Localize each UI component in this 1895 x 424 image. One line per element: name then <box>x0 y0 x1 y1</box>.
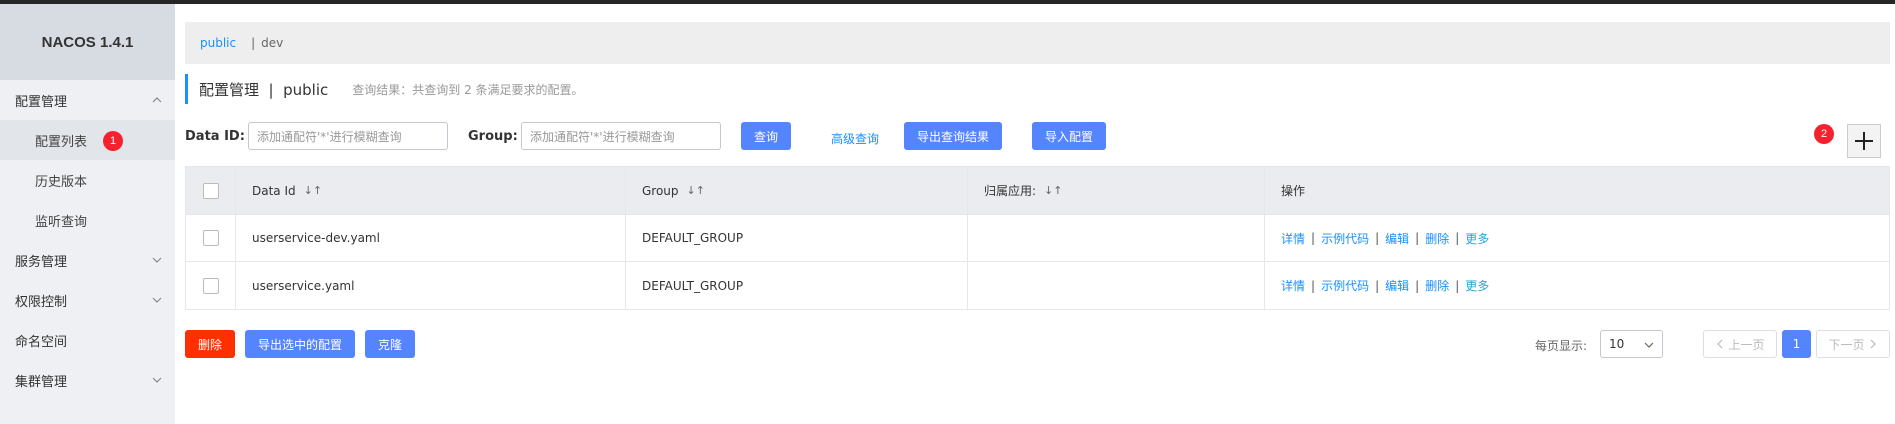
sidebar-item-label: 服务管理 <box>15 254 68 270</box>
sidebar-item-label: 配置列表 <box>35 134 88 150</box>
sidebar: NACOS 1.4.1 配置管理 配置列表 1 历史版本 监听查询 服务管理 权… <box>0 4 175 424</box>
namespace-bar: public | dev <box>185 22 1890 64</box>
page-title: 配置管理 | public <box>199 80 329 99</box>
query-button[interactable]: 查询 <box>741 122 791 150</box>
sidebar-item-access-control[interactable]: 权限控制 <box>0 280 175 320</box>
sidebar-item-label: 集群管理 <box>15 374 68 390</box>
annotation-badge-1: 1 <box>103 131 123 151</box>
namespace-separator: | <box>251 36 256 50</box>
sidebar-item-cluster-management[interactable]: 集群管理 <box>0 360 175 400</box>
sidebar-item-label: 监听查询 <box>35 214 88 230</box>
annotation-badge-2: 2 <box>1814 124 1834 144</box>
group-input[interactable]: 添加通配符'*'进行模糊查询 <box>521 122 721 150</box>
group-label: Group: <box>468 129 518 144</box>
main-content: public | dev 配置管理 | public 查询结果：共查询到 2 条… <box>185 4 1895 424</box>
chevron-down-icon <box>152 377 162 383</box>
sidebar-item-service-management[interactable]: 服务管理 <box>0 240 175 280</box>
sidebar-item-label: 历史版本 <box>35 174 88 190</box>
sidebar-item-namespace[interactable]: 命名空间 <box>0 320 175 360</box>
sidebar-item-history[interactable]: 历史版本 <box>0 160 175 200</box>
data-id-input[interactable]: 添加通配符'*'进行模糊查询 <box>248 122 448 150</box>
advanced-query-link[interactable]: 高级查询 <box>831 130 879 147</box>
sidebar-item-config-list[interactable]: 配置列表 1 <box>0 120 175 160</box>
chevron-up-icon <box>152 97 162 103</box>
page-header: 配置管理 | public 查询结果：共查询到 2 条满足要求的配置。 <box>185 74 584 104</box>
namespace-public[interactable]: public <box>200 36 236 50</box>
export-results-button[interactable]: 导出查询结果 <box>904 122 1002 150</box>
search-bar: Data ID: 添加通配符'*'进行模糊查询 Group: 添加通配符'*'进… <box>185 122 1890 152</box>
sidebar-item-label: 命名空间 <box>15 334 68 350</box>
app-root: NACOS 1.4.1 配置管理 配置列表 1 历史版本 监听查询 服务管理 权… <box>0 0 1895 424</box>
data-id-label: Data ID: <box>185 129 245 144</box>
chevron-down-icon <box>152 297 162 303</box>
sidebar-item-config-management[interactable]: 配置管理 <box>0 80 175 120</box>
chevron-down-icon <box>152 257 162 263</box>
query-summary: 查询结果：共查询到 2 条满足要求的配置。 <box>352 82 584 97</box>
plus-icon <box>1855 132 1873 150</box>
namespace-dev[interactable]: dev <box>261 36 283 50</box>
sidebar-item-listener-query[interactable]: 监听查询 <box>0 200 175 240</box>
import-config-button[interactable]: 导入配置 <box>1032 122 1106 150</box>
sidebar-item-label: 权限控制 <box>15 294 68 310</box>
sidebar-item-label: 配置管理 <box>15 94 68 110</box>
brand-title: NACOS 1.4.1 <box>0 4 175 80</box>
create-config-button[interactable] <box>1847 124 1881 158</box>
